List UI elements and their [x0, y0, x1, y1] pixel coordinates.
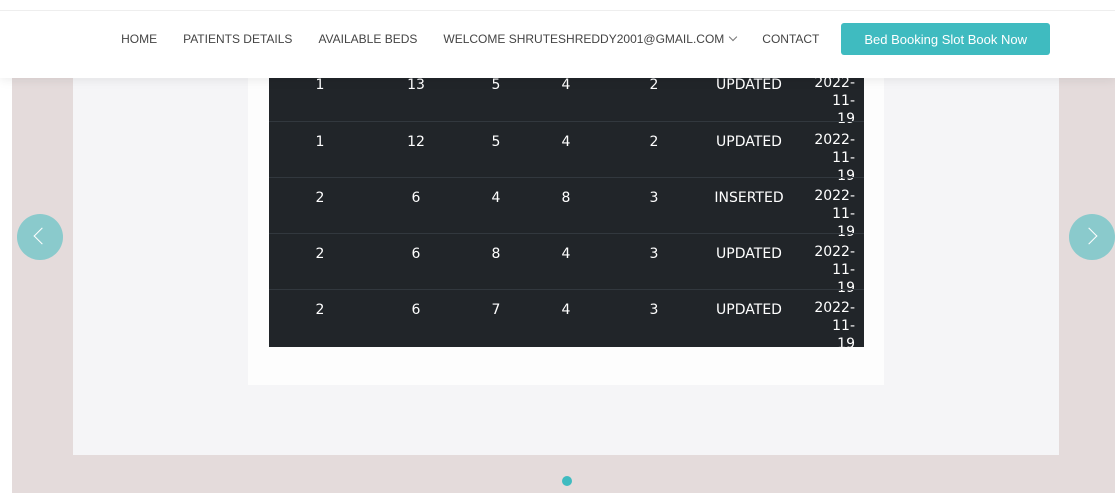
table-cell: UPDATED	[716, 134, 782, 150]
table-cell: 5	[491, 78, 501, 93]
table-cell: 6	[411, 302, 421, 318]
table-cell: 2	[649, 78, 659, 93]
table-cell: 12	[407, 134, 425, 150]
chevron-right-icon	[1080, 227, 1098, 245]
table-cell: UPDATED	[716, 302, 782, 318]
table-cell: 3	[649, 302, 659, 318]
table-cell: 6	[411, 246, 421, 262]
table-row: 2 6 8 4 3 UPDATED 2022-11- 19	[269, 233, 864, 296]
table-cell: 2022-11- 19	[814, 300, 855, 347]
table-cell: 8	[491, 246, 501, 262]
table-row: 2 6 7 4 3 UPDATED 2022-11- 19	[269, 289, 864, 347]
user-menu-label: WELCOME SHRUTESHREDDY2001@GMAIL.COM	[443, 32, 725, 46]
table-cell: 4	[561, 134, 571, 150]
table-cell: 3	[649, 246, 659, 262]
table-cell: 4	[561, 78, 571, 93]
table-cell: 4	[491, 190, 501, 206]
carousel-prev-button[interactable]	[17, 214, 63, 260]
nav-user-menu[interactable]: WELCOME SHRUTESHREDDY2001@GMAIL.COM	[443, 32, 738, 46]
navbar: HOME PATIENTS DETAILS AVAILABLE BEDS WEL…	[0, 0, 1115, 78]
book-slot-button[interactable]: Bed Booking Slot Book Now	[841, 23, 1050, 55]
carousel-indicator-active[interactable]	[562, 476, 572, 486]
table-cell: 1	[315, 78, 325, 93]
table-row: 1 13 5 4 2 UPDATED 2022-11- 19	[269, 78, 864, 127]
table-cell: 2	[649, 134, 659, 150]
table-cell: UPDATED	[716, 246, 782, 262]
table-cell: 4	[561, 246, 571, 262]
chevron-left-icon	[33, 227, 51, 245]
nav-available-beds[interactable]: AVAILABLE BEDS	[318, 32, 417, 46]
table-cell: 7	[491, 302, 501, 318]
table-body: 1 13 5 4 2 UPDATED 2022-11- 19 1 12 5 4 2 UPDATED 2022…	[269, 78, 864, 347]
table-cell: 5	[491, 134, 501, 150]
table-cell: INSERTED	[714, 190, 784, 206]
table-cell: 3	[649, 190, 659, 206]
table-row: 2 6 4 8 3 INSERTED 2022-11- 19	[269, 177, 864, 240]
nav-patients-details[interactable]: PATIENTS DETAILS	[183, 32, 292, 46]
table-cell: 2	[315, 302, 325, 318]
table-cell: 13	[407, 78, 425, 93]
nav-menu: HOME PATIENTS DETAILS AVAILABLE BEDS WEL…	[0, 0, 1115, 78]
page: 1 13 5 4 2 UPDATED 2022-11- 19 1 12 5 4 2 UPDATED 2022…	[0, 0, 1115, 493]
table-cell: 2	[315, 190, 325, 206]
table-cell: 6	[411, 190, 421, 206]
nav-contact[interactable]: CONTACT	[762, 32, 819, 46]
table-cell: 1	[315, 134, 325, 150]
table-cell: 8	[561, 190, 571, 206]
table-row: 1 12 5 4 2 UPDATED 2022-11- 19	[269, 121, 864, 184]
carousel-next-button[interactable]	[1069, 214, 1115, 260]
bed-history-table: 1 13 5 4 2 UPDATED 2022-11- 19 1 12 5 4 2 UPDATED 2022…	[269, 78, 864, 347]
table-cell: UPDATED	[716, 78, 782, 93]
nav-home[interactable]: HOME	[121, 32, 157, 46]
table-cell: 2	[315, 246, 325, 262]
table-cell: 4	[561, 302, 571, 318]
chevron-down-icon	[729, 32, 738, 42]
